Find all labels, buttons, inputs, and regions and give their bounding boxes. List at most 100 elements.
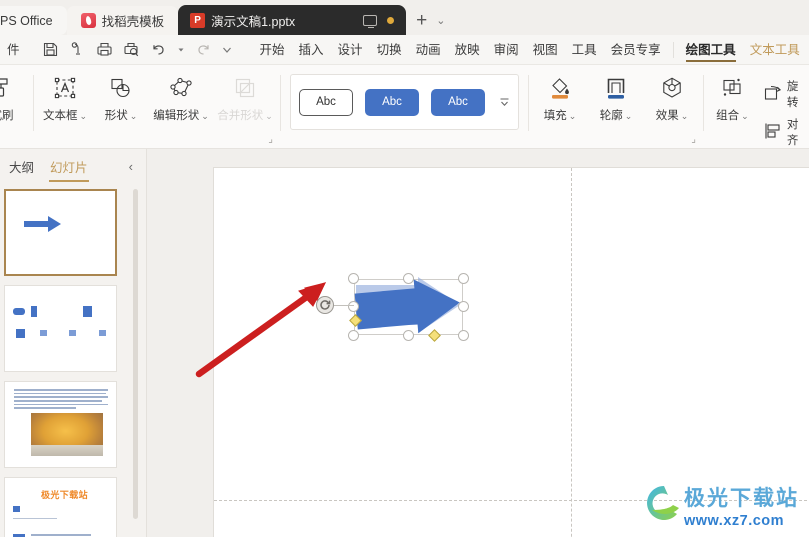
shape-outline-label: 轮廓 ⌄ [600, 107, 633, 123]
svg-text:www.xz7.com: www.xz7.com [683, 513, 784, 529]
file-menu-button[interactable]: 件 [0, 35, 27, 65]
resize-handle-sw[interactable] [348, 330, 359, 341]
resize-handle-s[interactable] [403, 330, 414, 341]
tab-presentation-file[interactable]: P 演示文稿1.pptx [178, 5, 407, 35]
chevron-down-icon[interactable]: ⌄ [265, 111, 273, 121]
chevron-down-icon[interactable]: ⌄ [569, 111, 577, 121]
ribbon-tab-tools[interactable]: 工具 [565, 35, 604, 65]
shape-effects-text: 效果 [655, 110, 679, 122]
ribbon-tab-member[interactable]: 会员专享 [604, 35, 668, 65]
shape-style-swatch-3[interactable]: Abc [431, 88, 485, 116]
print-preview-icon[interactable] [122, 40, 141, 59]
thumb-title: 极光下载站 [41, 490, 89, 500]
resize-handle-se[interactable] [458, 330, 469, 341]
rotate-handle-line [334, 304, 354, 306]
resize-handle-e[interactable] [458, 301, 469, 312]
thumb-icon [99, 330, 106, 336]
format-painter-label: 式刷 [0, 110, 14, 122]
group-objects-button[interactable]: 组合 ⌄ [707, 65, 758, 137]
shapes-text: 形状 [104, 110, 128, 122]
ribbon-tab-text-tools[interactable]: 文本工具 [743, 35, 807, 65]
redo-icon[interactable] [194, 40, 213, 59]
align-label: 对齐 [786, 119, 799, 147]
chevron-down-icon[interactable]: ⌄ [625, 111, 633, 121]
docer-icon [80, 13, 96, 28]
undo-icon[interactable] [149, 40, 168, 59]
chevron-down-icon[interactable]: ⌄ [79, 111, 87, 121]
ribbon-tab-insert[interactable]: 插入 [292, 35, 331, 65]
insert-shapes-group-launcher[interactable]: ⌟ [268, 134, 273, 145]
shape-fill-button[interactable]: 填充 ⌄ [532, 65, 588, 137]
merge-shapes-text: 合并形状 [217, 110, 264, 122]
svg-text:极光下载站: 极光下载站 [684, 486, 797, 510]
new-tab-button[interactable]: + [416, 11, 427, 30]
chevron-down-icon[interactable]: ⌄ [681, 111, 689, 121]
slide-thumbnail-3[interactable] [4, 381, 117, 468]
rotate-button[interactable]: 旋转 ⌄ [758, 77, 809, 111]
chevron-down-icon[interactable]: ⌄ [741, 111, 749, 121]
save-icon[interactable] [41, 40, 60, 59]
ribbon-tab-drawing-tools[interactable]: 绘图工具 [679, 35, 743, 65]
divider [528, 75, 529, 131]
merge-shapes-label: 合并形状 ⌄ [217, 107, 273, 123]
text-box-button[interactable]: 文本框 ⌄ [37, 65, 93, 137]
tab-outline[interactable]: 大纲 [8, 154, 35, 179]
ribbon-tab-view[interactable]: 视图 [526, 35, 565, 65]
tab-wps-home-label: PS Office [0, 13, 53, 28]
resize-handle-ne[interactable] [458, 273, 469, 284]
slide-thumbnail-1[interactable] [4, 189, 117, 276]
resize-handle-nw[interactable] [348, 273, 359, 284]
slide-canvas-area: 极光下载站 www.xz7.com [147, 149, 809, 537]
shapes-button[interactable]: 形状 ⌄ [93, 65, 149, 137]
ribbon-tab-start[interactable]: 开始 [253, 35, 292, 65]
shape-effects-button[interactable]: 效果 ⌄ [644, 65, 700, 137]
more-commands-icon[interactable] [221, 40, 233, 59]
thumb-icon [40, 330, 47, 336]
ribbon-tab-design[interactable]: 设计 [331, 35, 370, 65]
selected-shape-container[interactable] [316, 273, 469, 342]
tab-docer-label: 找稻壳模板 [101, 15, 165, 29]
tab-wps-home[interactable]: PS Office [0, 6, 67, 35]
rotate-icon [762, 83, 784, 106]
align-button[interactable]: 对齐 ⌄ [758, 115, 809, 148]
shape-style-swatch-1[interactable]: Abc [299, 88, 353, 116]
gallery-more-icon[interactable] [499, 96, 510, 108]
shape-style-swatch-2[interactable]: Abc [365, 88, 419, 116]
shape-format-group-launcher[interactable]: ⌟ [691, 134, 696, 145]
slide-thumbnail-4[interactable]: 极光下载站 [4, 477, 117, 537]
chevron-down-icon[interactable]: ⌄ [436, 14, 445, 27]
rotate-handle[interactable] [316, 296, 334, 314]
print-icon[interactable] [95, 40, 114, 59]
shape-outline-button[interactable]: 轮廓 ⌄ [588, 65, 644, 137]
navigator-scrollbar[interactable] [133, 189, 138, 519]
group-objects-text: 组合 [716, 110, 740, 122]
merge-shapes-button[interactable]: 合并形状 ⌄ [213, 65, 277, 137]
slide-thumbnail-list[interactable]: 极光下载站 [0, 183, 133, 537]
edit-shape-button[interactable]: 编辑形状 ⌄ [149, 65, 213, 137]
ribbon-tab-transition[interactable]: 切换 [370, 35, 409, 65]
edit-shape-label: 编辑形状 ⌄ [153, 107, 209, 123]
chevron-down-icon[interactable]: ⌄ [201, 111, 209, 121]
wps-presentation-window: PS Office 找稻壳模板 P 演示文稿1.pptx + ⌄ 件 开始 插入… [0, 0, 809, 537]
monitor-icon[interactable] [363, 14, 378, 29]
tab-slides[interactable]: 幻灯片 [49, 154, 89, 182]
thumb-icon [13, 308, 25, 315]
divider [703, 75, 704, 131]
shape-style-gallery[interactable]: Abc Abc Abc [290, 74, 519, 130]
fill-color-icon [547, 73, 573, 103]
format-painter-button[interactable]: 式刷 [0, 65, 30, 137]
cloud-save-icon[interactable] [68, 40, 87, 59]
ribbon-tab-review[interactable]: 审阅 [487, 35, 526, 65]
resize-handle-n[interactable] [403, 273, 414, 284]
thumb-arrow-shape [24, 216, 61, 232]
chevron-down-icon[interactable]: ⌄ [130, 111, 138, 121]
ribbon-tab-animation[interactable]: 动画 [409, 35, 448, 65]
tab-docer-template[interactable]: 找稻壳模板 [66, 6, 179, 35]
block-arrow-shape[interactable] [354, 277, 463, 335]
slide-thumbnail-2[interactable] [4, 285, 117, 372]
thumb-line [13, 518, 57, 520]
undo-dropdown-icon[interactable] [176, 40, 186, 59]
ribbon-tab-slideshow[interactable]: 放映 [448, 35, 487, 65]
chevron-left-icon[interactable]: ‹ [129, 159, 133, 174]
resize-handle-w[interactable] [348, 301, 359, 312]
